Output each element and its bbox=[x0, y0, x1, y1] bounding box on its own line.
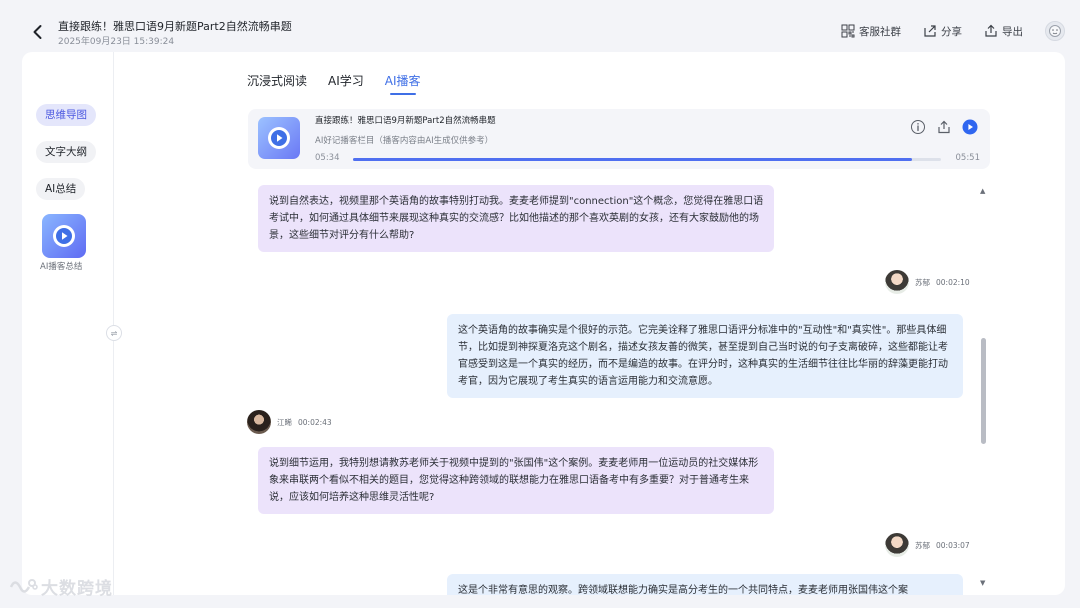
current-time: 05:34 bbox=[315, 153, 340, 163]
page-timestamp: 2025年09月23日 15:39:24 bbox=[58, 37, 175, 47]
sidebar-item-mindmap[interactable]: 思维导图 bbox=[36, 104, 96, 126]
play-icon bbox=[962, 119, 978, 135]
scrollbar-thumb[interactable] bbox=[981, 338, 986, 444]
speaker-name: 苏郁 bbox=[915, 277, 930, 287]
speaker-label: 苏郁 00:03:07 bbox=[885, 533, 970, 557]
speaker-label: 江晞 00:02:43 bbox=[247, 410, 332, 434]
user-face-icon bbox=[1049, 25, 1061, 37]
ai-podcast-summary-label: AI播客总结 bbox=[40, 262, 83, 272]
community-label: 客服社群 bbox=[859, 25, 901, 38]
play-icon bbox=[268, 127, 290, 149]
ai-podcast-summary-button[interactable] bbox=[42, 214, 86, 258]
speaker-name: 江晞 bbox=[277, 417, 292, 427]
scroll-up-arrow-icon[interactable]: ▲ bbox=[980, 187, 985, 195]
total-time: 05:51 bbox=[955, 153, 981, 163]
watermark-glyph-icon bbox=[9, 578, 38, 593]
message-bubble: 这个英语角的故事确实是个很好的示范。它完美诠释了雅思口语评分标准中的"互动性"和… bbox=[447, 314, 963, 398]
sidebar-item-outline[interactable]: 文字大纲 bbox=[36, 141, 96, 163]
speaker-time: 00:03:07 bbox=[936, 540, 970, 550]
export-button[interactable]: 导出 bbox=[984, 24, 1023, 39]
speaker-label: 苏郁 00:02:10 bbox=[885, 270, 970, 294]
tab-ai-learning[interactable]: AI学习 bbox=[328, 72, 364, 89]
share-icon bbox=[924, 25, 936, 37]
speaker-time: 00:02:10 bbox=[936, 277, 970, 287]
avatar bbox=[885, 270, 909, 294]
collapse-toggle-icon[interactable]: ⇌ bbox=[106, 325, 122, 341]
export-icon bbox=[985, 24, 997, 37]
watermark-logo: 大数跨境 bbox=[8, 574, 113, 599]
qr-grid-icon bbox=[841, 24, 855, 38]
header-actions: 客服社群 分享 导出 bbox=[819, 20, 1065, 42]
progress-fill bbox=[353, 158, 913, 161]
community-button[interactable]: 客服社群 bbox=[841, 24, 901, 39]
podcast-player: 直接跟练！雅思口语9月新题Part2自然流畅串题 AI好记播客栏目（播客内容由A… bbox=[248, 109, 990, 169]
main-card: 思维导图 文字大纲 AI总结 AI播客总结 ⇌ 沉浸式阅读 AI学习 AI播客 … bbox=[22, 52, 1065, 595]
info-button[interactable] bbox=[910, 119, 926, 135]
scroll-down-arrow-icon[interactable]: ▼ bbox=[980, 579, 985, 587]
player-share-button[interactable] bbox=[936, 119, 952, 135]
podcast-cover[interactable] bbox=[258, 117, 300, 159]
share-label: 分享 bbox=[941, 25, 962, 38]
play-button[interactable] bbox=[962, 119, 978, 135]
page-title: 直接跟练！雅思口语9月新题Part2自然流畅串题 bbox=[58, 20, 292, 33]
avatar bbox=[885, 533, 909, 557]
progress-bar[interactable] bbox=[353, 158, 941, 161]
message-bubble: 说到自然表达，视频里那个英语角的故事特别打动我。麦麦老师提到"connectio… bbox=[258, 185, 774, 252]
tab-ai-podcast[interactable]: AI播客 bbox=[385, 72, 421, 95]
watermark-text: 大数跨境 bbox=[41, 579, 113, 599]
message-bubble: 这是个非常有意思的观察。跨领域联想能力确实是高分考生的一个共同特点，麦麦老师用张… bbox=[447, 574, 963, 595]
player-controls bbox=[910, 119, 978, 135]
speaker-name: 苏郁 bbox=[915, 540, 930, 550]
info-icon bbox=[911, 120, 925, 134]
play-icon bbox=[53, 225, 75, 247]
left-sidebar: 思维导图 文字大纲 AI总结 AI播客总结 bbox=[22, 52, 114, 595]
tab-immersive-reading[interactable]: 沉浸式阅读 bbox=[247, 72, 307, 89]
message-bubble: 说到细节运用，我特别想请教苏老师关于视频中提到的"张国伟"这个案例。麦麦老师用一… bbox=[258, 447, 774, 514]
podcast-subtitle: AI好记播客栏目（播客内容由AI生成仅供参考） bbox=[315, 136, 494, 146]
sidebar-item-ai-summary[interactable]: AI总结 bbox=[36, 178, 86, 200]
avatar bbox=[247, 410, 271, 434]
back-button[interactable] bbox=[28, 22, 48, 42]
podcast-title: 直接跟练！雅思口语9月新题Part2自然流畅串题 bbox=[315, 116, 496, 126]
share-button[interactable]: 分享 bbox=[923, 24, 962, 39]
speaker-time: 00:02:43 bbox=[298, 417, 332, 427]
share-icon bbox=[938, 120, 950, 134]
top-bar: 直接跟练！雅思口语9月新题Part2自然流畅串题 2025年09月23日 15:… bbox=[22, 14, 1065, 52]
user-avatar[interactable] bbox=[1045, 21, 1065, 41]
export-label: 导出 bbox=[1002, 25, 1023, 38]
chevron-left-icon bbox=[33, 25, 42, 39]
content-tabs: 沉浸式阅读 AI学习 AI播客 bbox=[247, 72, 421, 95]
